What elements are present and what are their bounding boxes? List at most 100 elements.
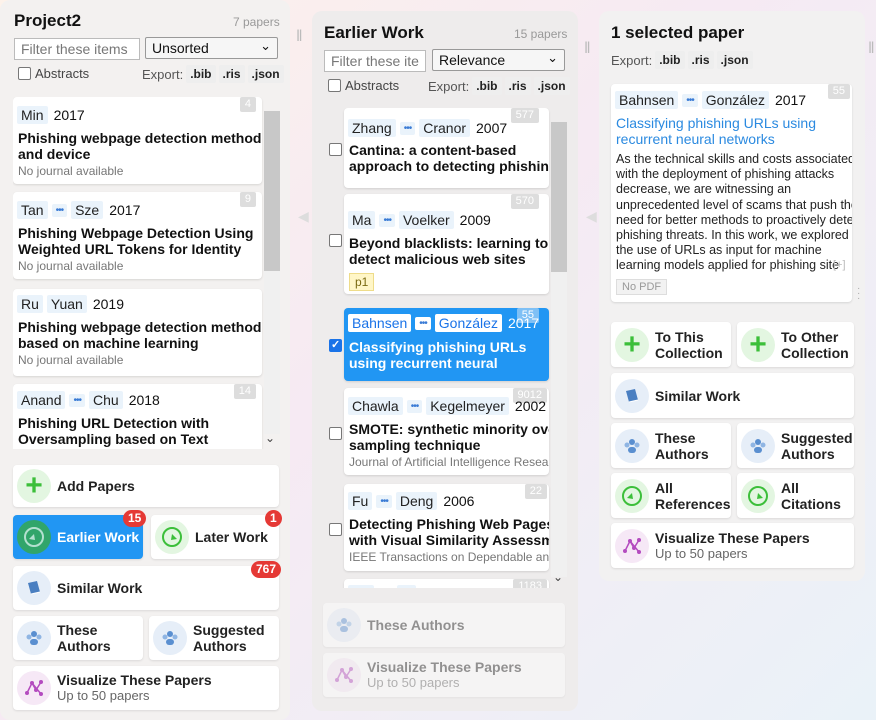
resize-handle[interactable]: ‖ (584, 40, 591, 58)
author-chip[interactable]: Ma (348, 211, 376, 229)
export-bib-button[interactable]: .bib (472, 77, 502, 95)
scroll-down-icon[interactable]: ⌄ (553, 570, 563, 584)
export-bib-button[interactable]: .bib (186, 65, 216, 83)
row-checkbox[interactable] (329, 523, 342, 536)
paper-title[interactable]: Phishing webpage detection method and dev… (18, 130, 261, 162)
abstracts-toggle[interactable]: Abstracts (328, 78, 399, 93)
these-authors-button[interactable]: These Authors (611, 423, 731, 468)
paper-card[interactable]: Ru Yuan 2019 Phishing webpage detection … (13, 289, 262, 376)
author-chip[interactable]: Fu (348, 492, 373, 510)
similar-work-button[interactable]: Similar Work (13, 566, 279, 610)
author-chip[interactable]: He (348, 585, 374, 588)
paper-title[interactable]: SMOTE: synthetic minority over-sampling … (349, 421, 549, 453)
sort-select[interactable]: Unsorted ⌄ (145, 37, 278, 59)
export-json-button[interactable]: .json (247, 65, 284, 83)
more-authors-icon[interactable]: ••• (406, 399, 423, 413)
tag-chip[interactable]: p1 (349, 273, 375, 291)
filter-input[interactable] (324, 50, 426, 72)
author-chip[interactable]: Voelker (398, 211, 454, 229)
all-citations-button[interactable]: All Citations (737, 473, 854, 518)
paper-card[interactable]: 1183 He ••• Li 2008 (344, 579, 549, 588)
paper-title[interactable]: Detecting Phishing Web Pages with Visual … (349, 516, 549, 548)
all-references-button[interactable]: All References (611, 473, 731, 518)
author-chip[interactable]: Cranor (419, 119, 471, 137)
row-checkbox[interactable] (329, 338, 342, 352)
export-bib-button[interactable]: .bib (655, 51, 685, 69)
paper-title-link[interactable]: Classifying phishing URLs using recurrent… (616, 115, 816, 147)
scrollbar-thumb[interactable] (264, 111, 280, 271)
row-checkbox[interactable] (329, 427, 342, 440)
more-authors-icon[interactable]: ••• (415, 316, 431, 330)
export-ris-button[interactable]: .ris (687, 51, 714, 69)
expand-abstract-button[interactable]: [+] (833, 259, 846, 271)
paper-list[interactable]: 4 Min 2017 Phishing webpage detection me… (13, 97, 280, 449)
paper-detail-card[interactable]: 55 Bahnsen ••• González 2017 Classifying… (611, 84, 852, 302)
author-chip[interactable]: Bahnsen (615, 91, 679, 109)
visualize-button[interactable]: Visualize These Papers Up to 50 papers (323, 653, 565, 697)
later-work-button[interactable]: Later Work (151, 515, 279, 559)
author-chip[interactable]: Chawla (348, 397, 403, 415)
author-chip[interactable]: Deng (395, 492, 438, 510)
these-authors-button[interactable]: These Authors (323, 603, 565, 647)
export-ris-button[interactable]: .ris (504, 77, 531, 95)
collapse-arrow-icon[interactable]: ◀ (586, 208, 597, 225)
more-authors-icon[interactable]: ••• (377, 587, 394, 588)
abstracts-checkbox[interactable] (328, 79, 341, 92)
similar-work-button[interactable]: Similar Work (611, 373, 854, 418)
paper-title[interactable]: Phishing webpage detection method based o… (18, 319, 261, 351)
paper-card[interactable]: 9 Tan ••• Sze 2017 Phishing Webpage Dete… (13, 192, 262, 279)
suggested-authors-button[interactable]: Suggested Authors (149, 616, 279, 660)
paper-title[interactable]: Cantina: a content-based approach to dete… (349, 142, 549, 174)
more-authors-icon[interactable]: ••• (682, 93, 698, 107)
row-checkbox[interactable] (329, 234, 342, 247)
paper-title[interactable]: Phishing Webpage Detection Using Weighted… (18, 225, 253, 257)
abstracts-checkbox[interactable] (18, 67, 31, 80)
author-chip[interactable]: Tan (17, 201, 48, 219)
add-to-other-collection-button[interactable]: + To Other Collection (737, 322, 854, 367)
paper-card[interactable]: 22 Fu ••• Deng 2006 Detecting Phishing W… (344, 484, 549, 571)
export-json-button[interactable]: .json (716, 51, 753, 69)
author-chip[interactable]: Bahnsen (348, 314, 412, 332)
paper-card[interactable]: 14 Anand ••• Chu 2018 Phishing URL Detec… (13, 384, 262, 449)
more-authors-icon[interactable]: ••• (69, 393, 85, 407)
resize-handle[interactable]: ‖ (868, 40, 875, 58)
paper-card-selected[interactable]: 55 Bahnsen ••• González 2017 Classifying… (344, 308, 549, 381)
author-chip[interactable]: Yuan (46, 295, 87, 313)
author-chip[interactable]: Li (397, 585, 417, 588)
author-chip[interactable]: Min (17, 106, 48, 124)
author-chip[interactable]: González (701, 91, 769, 109)
paper-card[interactable]: 577 Zhang ••• Cranor 2007 Cantina: a con… (344, 108, 549, 188)
author-chip[interactable]: González (434, 314, 502, 332)
row-checkbox[interactable] (329, 143, 342, 156)
more-authors-icon[interactable]: ••• (51, 203, 68, 217)
resize-handle[interactable]: ‖ (296, 28, 303, 46)
paper-card[interactable]: 4 Min 2017 Phishing webpage detection me… (13, 97, 262, 184)
author-chip[interactable]: Sze (71, 201, 104, 219)
add-to-this-collection-button[interactable]: + To This Collection (611, 322, 731, 367)
more-authors-icon[interactable]: ••• (379, 213, 395, 227)
paper-card[interactable]: 9012 Chawla ••• Kegelmeyer 2002 SMOTE: s… (344, 388, 549, 475)
export-json-button[interactable]: .json (533, 77, 570, 95)
visualize-button[interactable]: Visualize These Papers Up to 50 papers (611, 523, 854, 568)
suggested-authors-button[interactable]: Suggested Authors (737, 423, 854, 468)
author-chip[interactable]: Anand (17, 391, 66, 409)
collapse-arrow-icon[interactable]: ◀ (298, 208, 309, 225)
author-chip[interactable]: Zhang (348, 119, 396, 137)
filter-input[interactable] (14, 38, 140, 60)
paper-card[interactable]: 570 Ma ••• Voelker 2009 Beyond blacklist… (344, 194, 549, 294)
paper-title[interactable]: Beyond blacklists: learning to detect mal… (349, 235, 548, 267)
scrollbar[interactable] (551, 122, 567, 577)
scroll-down-icon[interactable]: ⌄ (265, 431, 275, 445)
add-papers-button[interactable]: + Add Papers (13, 465, 279, 507)
paper-list[interactable]: 577 Zhang ••• Cranor 2007 Cantina: a con… (322, 108, 568, 588)
paper-title[interactable]: Classifying phishing URLs using recurrent… (349, 339, 526, 371)
abstracts-toggle[interactable]: Abstracts (18, 66, 89, 81)
these-authors-button[interactable]: These Authors (13, 616, 143, 660)
export-ris-button[interactable]: .ris (218, 65, 245, 83)
author-chip[interactable]: Kegelmeyer (426, 397, 509, 415)
drag-handle-icon[interactable]: · · · (857, 284, 860, 304)
scrollbar[interactable] (264, 111, 280, 434)
more-authors-icon[interactable]: ••• (399, 121, 416, 135)
scrollbar-thumb[interactable] (551, 122, 567, 272)
paper-title[interactable]: Phishing URL Detection with Oversampling … (18, 415, 209, 447)
